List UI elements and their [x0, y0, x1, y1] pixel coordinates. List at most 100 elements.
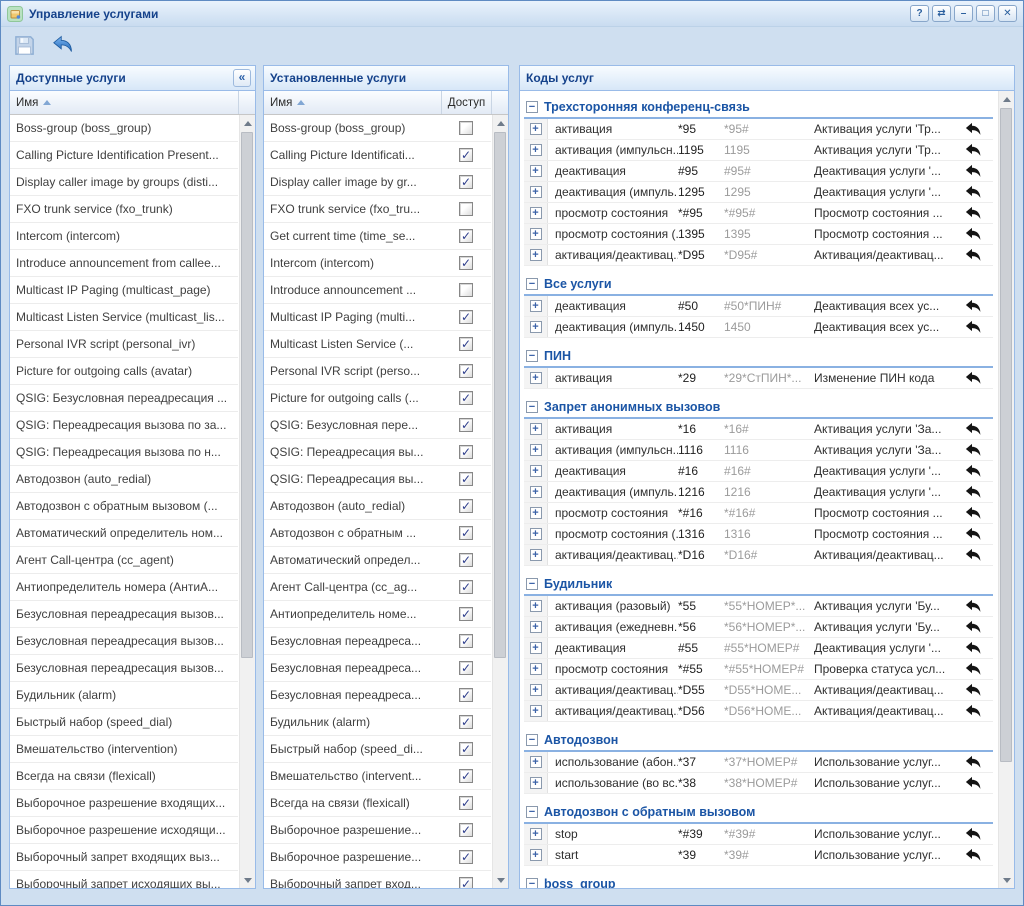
code-row[interactable]: +деактивация#16#16#Деактивация услуги '.…	[524, 461, 993, 482]
expand-row-icon[interactable]: +	[530, 828, 542, 840]
scroll-thumb[interactable]	[1000, 108, 1012, 762]
service-row[interactable]: Выборочное разрешение входящих...	[10, 790, 238, 817]
access-checkbox[interactable]	[459, 202, 473, 216]
service-row[interactable]: Multicast IP Paging (multi...✓	[264, 304, 491, 331]
expand-row-icon[interactable]: +	[530, 507, 542, 519]
access-checkbox[interactable]: ✓	[459, 526, 473, 540]
expand-row-icon[interactable]: +	[530, 600, 542, 612]
service-row[interactable]: Будильник (alarm)	[10, 682, 238, 709]
access-checkbox[interactable]: ✓	[459, 877, 473, 888]
revert-button[interactable]	[953, 248, 993, 262]
code-row[interactable]: +деактивация (импуль...12951295Деактивац…	[524, 182, 993, 203]
access-checkbox[interactable]: ✓	[459, 391, 473, 405]
service-row[interactable]: Introduce announcement from callee...	[10, 250, 238, 277]
access-checkbox[interactable]: ✓	[459, 256, 473, 270]
undo-button[interactable]	[49, 32, 75, 58]
maximize-button[interactable]: □	[976, 5, 995, 22]
access-checkbox[interactable]: ✓	[459, 175, 473, 189]
access-checkbox[interactable]: ✓	[459, 742, 473, 756]
code-row[interactable]: +активация (разовый)*55*55*НОМЕР*...Акти…	[524, 596, 993, 617]
codes-section-header[interactable]: −Трехсторонняя конференц-связь	[524, 97, 993, 119]
code-row[interactable]: +активация*29*29*СтПИН*...Изменение ПИН …	[524, 368, 993, 389]
expand-row-icon[interactable]: +	[530, 549, 542, 561]
panel-splitter[interactable]	[256, 65, 263, 889]
code-row[interactable]: +просмотр состояния*#16*#16#Просмотр сос…	[524, 503, 993, 524]
access-checkbox[interactable]: ✓	[459, 850, 473, 864]
revert-button[interactable]	[953, 485, 993, 499]
code-row[interactable]: +просмотр состояния*#95*#95#Просмотр сос…	[524, 203, 993, 224]
service-row[interactable]: Introduce announcement ...	[264, 277, 491, 304]
revert-button[interactable]	[953, 827, 993, 841]
revert-button[interactable]	[953, 506, 993, 520]
scroll-down-button[interactable]	[493, 872, 508, 888]
collapse-section-icon[interactable]: −	[526, 350, 538, 362]
expand-row-icon[interactable]: +	[530, 123, 542, 135]
service-row[interactable]: Multicast Listen Service (...✓	[264, 331, 491, 358]
code-row[interactable]: +деактивация#95#95#Деактивация услуги '.…	[524, 161, 993, 182]
access-checkbox[interactable]	[459, 283, 473, 297]
service-row[interactable]: Выборочное разрешение...✓	[264, 844, 491, 871]
collapse-panel-button[interactable]: «	[233, 69, 251, 87]
codes-scrollbar[interactable]	[998, 91, 1014, 888]
service-row[interactable]: Антиопределитель номе...✓	[264, 601, 491, 628]
collapse-section-icon[interactable]: −	[526, 734, 538, 746]
revert-button[interactable]	[953, 620, 993, 634]
collapse-section-icon[interactable]: −	[526, 278, 538, 290]
access-checkbox[interactable]: ✓	[459, 337, 473, 351]
service-row[interactable]: Display caller image by groups (disti...	[10, 169, 238, 196]
access-checkbox[interactable]: ✓	[459, 148, 473, 162]
expand-row-icon[interactable]: +	[530, 465, 542, 477]
service-row[interactable]: Picture for outgoing calls (avatar)	[10, 358, 238, 385]
access-checkbox[interactable]: ✓	[459, 715, 473, 729]
minimize-button[interactable]: –	[954, 5, 973, 22]
code-row[interactable]: +просмотр состояния (...13161316Просмотр…	[524, 524, 993, 545]
revert-button[interactable]	[953, 599, 993, 613]
access-checkbox[interactable]: ✓	[459, 229, 473, 243]
revert-button[interactable]	[953, 320, 993, 334]
code-row[interactable]: +деактивация#55#55*НОМЕР#Деактивация усл…	[524, 638, 993, 659]
revert-button[interactable]	[953, 755, 993, 769]
service-row[interactable]: QSIG: Безусловная пере...✓	[264, 412, 491, 439]
revert-button[interactable]	[953, 422, 993, 436]
service-row[interactable]: Автоматический определ...✓	[264, 547, 491, 574]
service-row[interactable]: Автоматический определитель ном...	[10, 520, 238, 547]
refresh-button[interactable]: ⇄	[932, 5, 951, 22]
code-row[interactable]: +активация/деактивац...*D95*D95#Активаци…	[524, 245, 993, 266]
expand-row-icon[interactable]: +	[530, 684, 542, 696]
access-checkbox[interactable]: ✓	[459, 688, 473, 702]
code-row[interactable]: +активация/деактивац...*D55*D55*НОМЕ...А…	[524, 680, 993, 701]
scroll-thumb[interactable]	[241, 132, 253, 658]
revert-button[interactable]	[953, 443, 993, 457]
code-row[interactable]: +активация/деактивац...*D56*D56*НОМЕ...А…	[524, 701, 993, 722]
code-row[interactable]: +использование (абон...*37*37*НОМЕР#Испо…	[524, 752, 993, 773]
service-row[interactable]: Display caller image by gr...✓	[264, 169, 491, 196]
service-row[interactable]: Автодозвон (auto_redial)	[10, 466, 238, 493]
expand-row-icon[interactable]: +	[530, 621, 542, 633]
service-row[interactable]: Автодозвон (auto_redial)✓	[264, 493, 491, 520]
save-button[interactable]	[11, 32, 37, 58]
codes-section-header[interactable]: −Будильник	[524, 574, 993, 596]
expand-row-icon[interactable]: +	[530, 207, 542, 219]
service-row[interactable]: FXO trunk service (fxo_tru...	[264, 196, 491, 223]
access-checkbox[interactable]: ✓	[459, 823, 473, 837]
expand-row-icon[interactable]: +	[530, 372, 542, 384]
service-row[interactable]: QSIG: Переадресация вызова по н...	[10, 439, 238, 466]
revert-button[interactable]	[953, 848, 993, 862]
codes-section-header[interactable]: −ПИН	[524, 346, 993, 368]
access-checkbox[interactable]: ✓	[459, 418, 473, 432]
code-row[interactable]: +деактивация (импуль...12161216Деактивац…	[524, 482, 993, 503]
collapse-section-icon[interactable]: −	[526, 401, 538, 413]
help-button[interactable]: ?	[910, 5, 929, 22]
service-row[interactable]: Безусловная переадресация вызов...	[10, 655, 238, 682]
available-scrollbar[interactable]	[239, 115, 255, 888]
expand-row-icon[interactable]: +	[530, 300, 542, 312]
expand-row-icon[interactable]: +	[530, 705, 542, 717]
scroll-up-button[interactable]	[493, 115, 508, 131]
expand-row-icon[interactable]: +	[530, 663, 542, 675]
collapse-section-icon[interactable]: −	[526, 878, 538, 888]
access-checkbox[interactable]	[459, 121, 473, 135]
service-row[interactable]: Быстрый набор (speed_di...✓	[264, 736, 491, 763]
expand-row-icon[interactable]: +	[530, 756, 542, 768]
expand-row-icon[interactable]: +	[530, 444, 542, 456]
column-header-name[interactable]: Имя	[264, 91, 441, 114]
